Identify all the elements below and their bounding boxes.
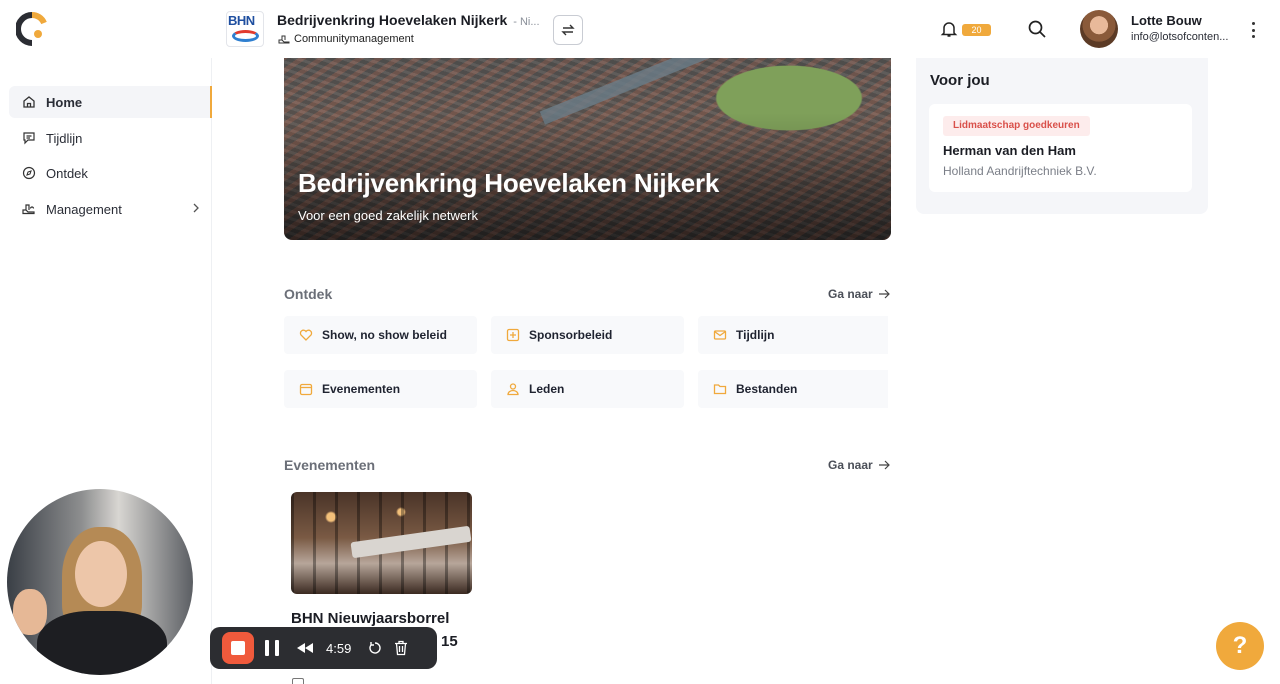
section-title-evenementen: Evenementen — [284, 457, 376, 473]
notification-badge: 20 — [962, 24, 991, 36]
tile-label: Bestanden — [736, 382, 798, 396]
sidebar-item-label: Home — [46, 94, 83, 110]
sidebar-item-label: Tijdlijn — [46, 130, 83, 146]
swap-icon — [561, 24, 575, 36]
tile-leden[interactable]: Leden — [491, 370, 684, 408]
chevron-right-icon — [193, 203, 199, 213]
event-image[interactable] — [291, 492, 472, 594]
top-bar: BHN Bedrijvenkring Hoevelaken Nijkerk - … — [0, 0, 1280, 58]
event-date: 15 — [441, 633, 458, 650]
arrow-right-icon — [878, 289, 890, 299]
folder-icon — [713, 384, 727, 395]
calendar-icon — [292, 678, 304, 684]
hand-icon — [278, 35, 290, 44]
member-company: Holland Aandrijftechniek B.V. — [943, 164, 1097, 178]
avatar[interactable] — [1080, 10, 1118, 48]
hero-title: Bedrijvenkring Hoevelaken Nijkerk — [298, 168, 720, 198]
sidebar-item-label: Ontdek — [46, 165, 88, 181]
org-logo-text: BHN — [228, 13, 255, 28]
restart-icon[interactable] — [368, 641, 382, 655]
arrow-right-icon — [878, 460, 890, 470]
app-logo[interactable] — [16, 12, 48, 46]
event-title[interactable]: BHN Nieuwjaarsborrel — [291, 610, 449, 627]
sidebar-item-tijdlijn[interactable]: Tijdlijn — [9, 122, 212, 154]
tile-bestanden[interactable]: Bestanden — [698, 370, 888, 408]
recording-toolbar: 4:59 — [210, 627, 437, 669]
calendar-icon — [299, 383, 313, 396]
help-button[interactable]: ? — [1216, 622, 1264, 670]
chat-icon — [23, 132, 35, 145]
rewind-icon[interactable] — [296, 642, 314, 654]
member-name: Herman van den Ham — [943, 143, 1076, 158]
section-title-ontdek: Ontdek — [284, 286, 333, 302]
org-title[interactable]: Bedrijvenkring Hoevelaken Nijkerk - Ni..… — [277, 12, 540, 28]
pause-icon[interactable] — [265, 640, 279, 656]
panel-title: Voor jou — [930, 72, 990, 89]
tile-label: Evenementen — [322, 382, 401, 396]
tile-sponsorbeleid[interactable]: Sponsorbeleid — [491, 316, 684, 354]
webcam-preview[interactable] — [7, 489, 193, 675]
org-title-text: Bedrijvenkring Hoevelaken Nijkerk — [277, 12, 508, 28]
stop-recording-button[interactable] — [222, 632, 254, 664]
goto-label: Ga naar — [828, 458, 873, 472]
tile-tijdlijn[interactable]: Tijdlijn — [698, 316, 888, 354]
tile-label: Leden — [529, 382, 565, 396]
mail-icon — [713, 330, 727, 340]
recording-time: 4:59 — [326, 640, 352, 656]
hand-icon — [22, 204, 35, 215]
sidebar-item-home[interactable]: Home — [9, 86, 212, 118]
compass-icon — [22, 166, 36, 180]
ontdek-goto-link[interactable]: Ga naar — [828, 287, 890, 301]
switch-community-button[interactable] — [553, 15, 583, 45]
tile-evenementen[interactable]: Evenementen — [284, 370, 477, 408]
org-title-suffix: - Ni... — [513, 16, 540, 28]
user-name[interactable]: Lotte Bouw — [1131, 13, 1202, 28]
membership-request-card[interactable]: Lidmaatschap goedkeuren Herman van den H… — [929, 104, 1192, 192]
goto-label: Ga naar — [828, 287, 873, 301]
sidebar-item-ontdek[interactable]: Ontdek — [9, 157, 212, 189]
more-options-icon[interactable] — [1247, 20, 1259, 40]
sidebar-item-management[interactable]: Management — [9, 193, 212, 225]
users-icon — [507, 383, 519, 396]
tile-show-no-show[interactable]: Show, no show beleid — [284, 316, 477, 354]
org-logo: BHN — [226, 11, 264, 47]
status-badge: Lidmaatschap goedkeuren — [943, 116, 1090, 136]
evenementen-goto-link[interactable]: Ga naar — [828, 458, 890, 472]
tile-label: Tijdlijn — [736, 328, 775, 342]
tile-label: Sponsorbeleid — [529, 328, 613, 342]
hero-subtitle: Voor een goed zakelijk netwerk — [298, 208, 478, 223]
trash-icon[interactable] — [394, 640, 408, 656]
org-subtitle: Communitymanagement — [278, 33, 414, 45]
heart-icon — [299, 329, 313, 341]
plus-square-icon — [506, 328, 520, 342]
voor-jou-panel: Voor jou Lidmaatschap goedkeuren Herman … — [916, 58, 1208, 214]
user-email: info@lotsofconten... — [1131, 31, 1229, 43]
org-subtitle-text: Communitymanagement — [294, 33, 414, 45]
search-icon[interactable] — [1027, 19, 1047, 39]
tile-label: Show, no show beleid — [322, 328, 447, 342]
bell-icon[interactable] — [940, 20, 958, 38]
hero-banner: Bedrijvenkring Hoevelaken Nijkerk Voor e… — [284, 58, 891, 240]
sidebar-item-label: Management — [46, 201, 122, 217]
home-icon — [23, 96, 35, 108]
